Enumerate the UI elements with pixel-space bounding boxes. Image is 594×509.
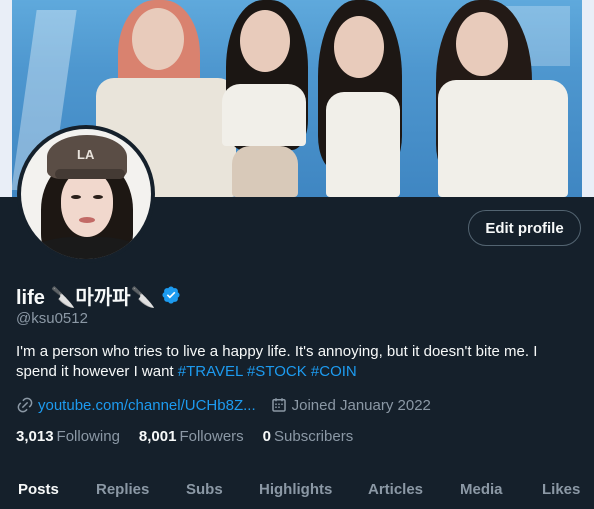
user-handle: @ksu0512 — [16, 310, 88, 327]
website-item: youtube.com/channel/UCHb8Z... — [16, 396, 256, 414]
tab-articles[interactable]: Articles — [368, 481, 423, 498]
hashtag-link[interactable]: #COIN — [311, 363, 357, 380]
avatar-image: LA — [21, 129, 151, 259]
profile-avatar[interactable]: LA — [17, 125, 155, 263]
tab-replies[interactable]: Replies — [96, 481, 149, 498]
followers-stat[interactable]: 8,001 Followers — [139, 428, 244, 445]
followers-label: Followers — [179, 428, 244, 445]
verified-badge-icon[interactable] — [161, 285, 181, 305]
calendar-icon — [271, 398, 286, 412]
tab-likes[interactable]: Likes — [542, 481, 580, 498]
hashtag-link[interactable]: #STOCK — [247, 363, 307, 380]
tab-highlights[interactable]: Highlights — [259, 481, 332, 498]
joined-date: Joined January 2022 — [291, 396, 431, 414]
profile-page: LA Edit profile life 🔪마까파🔪 @ksu0512 I'm … — [0, 0, 594, 509]
following-label: Following — [56, 428, 120, 445]
tab-media[interactable]: Media — [460, 481, 503, 498]
cap-logo: LA — [77, 147, 95, 162]
subscribers-label: Subscribers — [274, 428, 354, 445]
joined-item: Joined January 2022 — [270, 396, 431, 414]
profile-meta: youtube.com/channel/UCHb8Z... Joined Jan… — [16, 394, 445, 416]
banner-frame-left — [0, 0, 12, 197]
tab-subs[interactable]: Subs — [186, 481, 223, 498]
link-icon — [17, 397, 33, 413]
hashtag-link[interactable]: #TRAVEL — [178, 363, 243, 380]
followers-count: 8,001 — [138, 428, 177, 445]
website-link[interactable]: youtube.com/channel/UCHb8Z... — [38, 397, 256, 414]
profile-tabs: Posts Replies Subs Highlights Articles M… — [0, 470, 594, 509]
display-name-row: life 🔪마까파🔪 — [16, 282, 181, 309]
edit-profile-button[interactable]: Edit profile — [468, 210, 581, 246]
subscribers-count: 0 — [262, 428, 271, 445]
following-count: 3,013 — [16, 428, 54, 445]
following-stat[interactable]: 3,013 Following — [16, 428, 120, 445]
display-name: life 🔪마까파🔪 — [16, 286, 156, 309]
banner-frame-right — [582, 0, 594, 197]
profile-bio: I'm a person who tries to live a happy l… — [16, 342, 581, 382]
subscribers-stat[interactable]: 0 Subscribers — [263, 428, 354, 445]
tab-posts[interactable]: Posts — [18, 481, 59, 498]
profile-stats: 3,013 Following 8,001 Followers 0 Subscribe… — [16, 428, 372, 445]
